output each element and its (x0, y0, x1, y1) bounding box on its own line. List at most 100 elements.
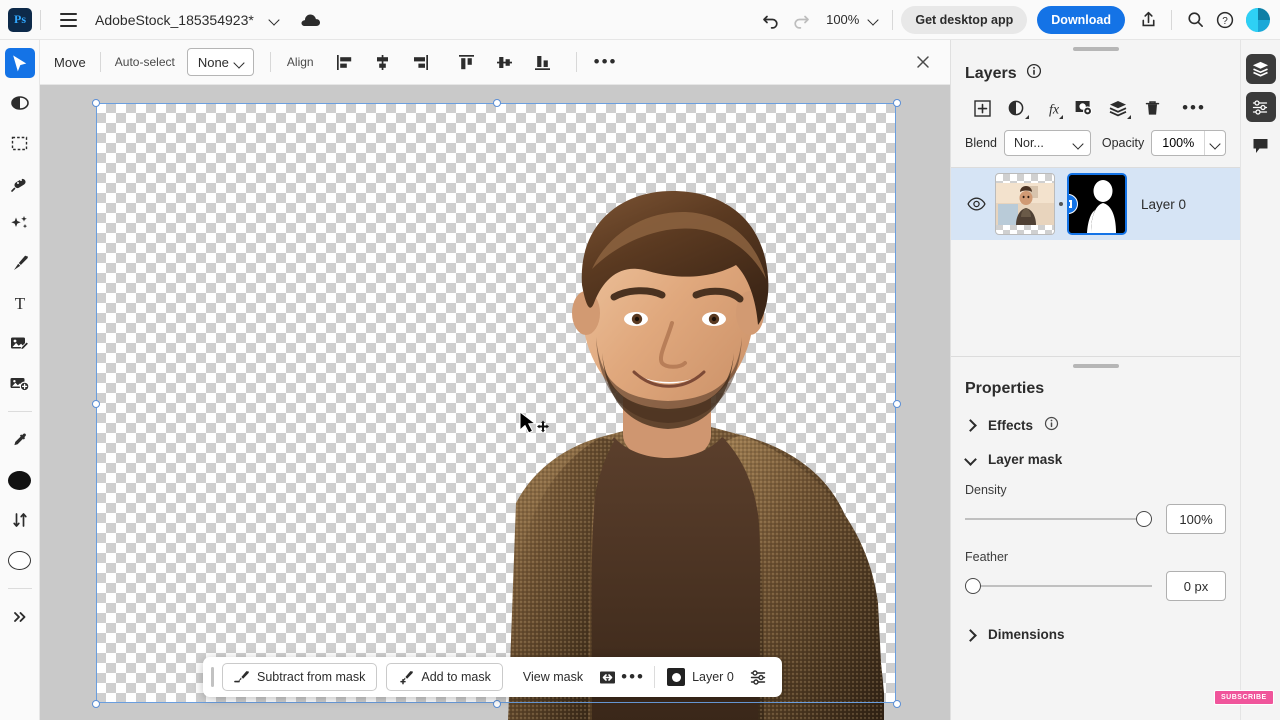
type-tool[interactable]: T (5, 288, 35, 318)
align-vertical-centers-icon[interactable] (490, 47, 520, 77)
invert-mask-icon[interactable] (594, 664, 620, 690)
rectangular-marquee-tool[interactable] (5, 128, 35, 158)
layer-row[interactable]: Layer 0 (951, 168, 1240, 240)
opacity-field[interactable] (1151, 130, 1226, 156)
align-bottom-edges-icon[interactable] (528, 47, 558, 77)
subtract-from-mask-button[interactable]: Subtract from mask (222, 663, 377, 691)
layer-name[interactable]: Layer 0 (1141, 197, 1186, 212)
layer-effects-icon[interactable]: fx (1033, 94, 1067, 122)
cloud-icon[interactable] (299, 12, 321, 28)
align-left-edges-icon[interactable] (330, 47, 360, 77)
magic-wand-tool[interactable] (5, 208, 35, 238)
help-icon[interactable]: ? (1210, 5, 1240, 35)
add-to-mask-button[interactable]: Add to mask (386, 663, 502, 691)
drag-handle[interactable] (211, 667, 214, 687)
layers-rail-button[interactable] (1246, 54, 1276, 84)
eyedropper-tool[interactable] (5, 425, 35, 455)
foreground-color-swatch[interactable] (5, 465, 35, 495)
layer-visibility-eye-icon[interactable] (963, 196, 989, 212)
info-icon[interactable] (1044, 416, 1059, 434)
more-dots: ••• (1182, 103, 1206, 113)
layer-thumbnail[interactable] (995, 173, 1055, 235)
chevron-right-icon (965, 629, 977, 641)
auto-select-dropdown[interactable]: None (187, 48, 254, 76)
density-value-field[interactable]: 100% (1166, 504, 1226, 534)
properties-panel-title: Properties (951, 368, 1240, 398)
blend-mode-dropdown[interactable]: Nor... (1004, 130, 1091, 156)
density-slider[interactable] (965, 509, 1152, 529)
context-more-icon[interactable]: ••• (620, 664, 646, 690)
divider (576, 52, 577, 72)
delete-layer-icon[interactable] (1135, 94, 1169, 122)
more-tools-icon[interactable] (5, 602, 35, 632)
canvas-area[interactable]: Subtract from mask Add to mask View mask… (40, 85, 950, 720)
view-mask-button[interactable]: View mask (512, 670, 594, 684)
zoom-level-label[interactable]: 100% (826, 12, 859, 27)
active-tool-name: Move (54, 55, 86, 70)
place-image-tool[interactable] (5, 368, 35, 398)
brush-minus-icon (234, 669, 250, 685)
brush-tool[interactable] (5, 248, 35, 278)
chevron-down-icon[interactable] (268, 13, 281, 26)
feather-slider-knob[interactable] (965, 578, 981, 594)
layer-mask-section-header[interactable]: Layer mask (951, 452, 1240, 467)
options-more-icon[interactable]: ••• (591, 47, 621, 77)
layer-mask-thumbnail[interactable] (1067, 173, 1127, 235)
edit-image-tool[interactable] (5, 328, 35, 358)
undo-icon[interactable] (756, 5, 786, 35)
dropdown-corner-icon (1059, 115, 1063, 119)
align-right-edges-icon[interactable] (406, 47, 436, 77)
dimensions-section-header[interactable]: Dimensions (951, 627, 1240, 642)
swap-colors-tool[interactable] (5, 505, 35, 535)
feather-slider[interactable] (965, 576, 1152, 596)
divider (270, 52, 271, 72)
adjustment-layer-icon[interactable] (999, 94, 1033, 122)
avatar[interactable] (1246, 8, 1270, 32)
align-top-edges-icon[interactable] (452, 47, 482, 77)
subject-image-cutout (396, 173, 916, 720)
mask-thumbnail-icon (667, 668, 685, 686)
feather-label: Feather (951, 550, 1240, 564)
search-icon[interactable] (1180, 5, 1210, 35)
adjustment-tool[interactable] (5, 88, 35, 118)
dimensions-section-label: Dimensions (988, 627, 1065, 642)
tool-options-bar: Move Auto-select None Align (40, 40, 950, 85)
layer-mask-icon[interactable] (1067, 94, 1101, 122)
divider (892, 10, 893, 30)
density-row: 100% (951, 504, 1240, 534)
align-horizontal-centers-icon[interactable] (368, 47, 398, 77)
zoom-chevron-down-icon[interactable] (867, 13, 880, 26)
svg-text:?: ? (1222, 16, 1228, 27)
share-icon[interactable] (1133, 5, 1163, 35)
opacity-stepper-chevron-down-icon[interactable] (1204, 131, 1225, 155)
download-button[interactable]: Download (1037, 6, 1125, 34)
context-layer-chip[interactable]: Layer 0 (663, 668, 738, 686)
layers-panel-title: Layers (965, 65, 1017, 83)
close-options-icon[interactable] (912, 51, 934, 73)
redo-icon[interactable] (786, 5, 816, 35)
effects-section-header[interactable]: Effects (951, 416, 1240, 434)
density-slider-knob[interactable] (1136, 511, 1152, 527)
info-icon[interactable] (1026, 63, 1042, 84)
spot-healing-brush-tool[interactable] (5, 168, 35, 198)
photoshop-logo: Ps (8, 8, 32, 32)
divider (40, 10, 41, 30)
chevron-down-icon (233, 56, 246, 69)
mask-settings-icon[interactable] (746, 664, 772, 690)
add-layer-icon[interactable] (965, 94, 999, 122)
right-panel-stack: Layers fx (950, 40, 1240, 720)
move-tool[interactable] (5, 48, 35, 78)
hamburger-menu-icon[interactable] (55, 7, 81, 33)
layers-more-icon[interactable]: ••• (1177, 94, 1211, 122)
background-color-swatch[interactable] (5, 545, 35, 575)
divider (1171, 10, 1172, 30)
group-layers-icon[interactable] (1101, 94, 1135, 122)
subtract-from-mask-label: Subtract from mask (257, 670, 365, 684)
tool-divider (8, 588, 32, 589)
layers-toolbar: fx ••• (951, 84, 1240, 122)
opacity-input[interactable] (1152, 131, 1204, 155)
properties-rail-button[interactable] (1246, 92, 1276, 122)
get-desktop-app-button[interactable]: Get desktop app (901, 6, 1027, 34)
comments-rail-button[interactable] (1246, 130, 1276, 160)
feather-value-field[interactable]: 0 px (1166, 571, 1226, 601)
